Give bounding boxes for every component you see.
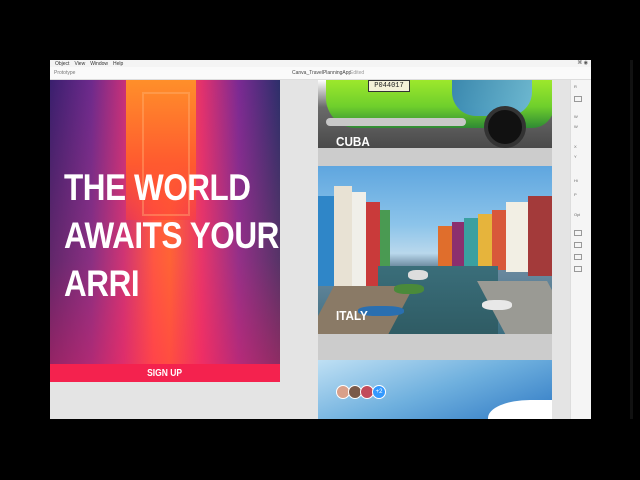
menu-window[interactable]: Window xyxy=(90,61,108,67)
checkbox-icon[interactable] xyxy=(574,266,582,272)
headline-line-1: THE WORLD xyxy=(64,167,251,208)
house-light xyxy=(352,192,366,286)
car-bumper xyxy=(326,118,466,126)
checkbox-icon[interactable] xyxy=(574,254,582,260)
panel-label: X xyxy=(574,144,577,149)
sign-up-button[interactable]: SIGN UP xyxy=(50,364,280,382)
screen-edge xyxy=(630,60,633,419)
house-cream xyxy=(506,202,528,272)
boat-green xyxy=(394,284,424,294)
artboard-welcome[interactable]: THE WORLD AWAITS YOUR ARRI SIGN UP xyxy=(50,80,280,382)
panel-label: Opi xyxy=(574,212,581,217)
house-blue xyxy=(318,196,334,286)
title-bar: Prototype Canva_TravelPlanningApp Edited xyxy=(50,67,591,80)
menu-object[interactable]: Object xyxy=(55,61,69,67)
artboard-destinations[interactable]: P044017 CUBA ITALY +2 xyxy=(318,80,552,419)
edited-status: Edited xyxy=(350,70,365,76)
traveler-avatars[interactable]: +2 xyxy=(336,385,386,399)
house-teal xyxy=(464,218,478,268)
panel-label: W xyxy=(574,124,578,129)
checkbox-icon[interactable] xyxy=(574,242,582,248)
headline-text: THE WORLD AWAITS YOUR ARRI xyxy=(64,164,279,308)
document-title: Canva_TravelPlanningApp xyxy=(292,70,352,76)
panel-label: R xyxy=(574,84,577,89)
card-label-italy: ITALY xyxy=(336,308,368,323)
panel-label: Y xyxy=(574,154,577,159)
panel-toggle-icon[interactable] xyxy=(574,96,582,102)
avatar-more-badge: +2 xyxy=(372,385,386,399)
menu-view[interactable]: View xyxy=(74,61,85,67)
panel-label: P xyxy=(574,192,577,197)
sign-up-label: SIGN UP xyxy=(147,367,183,379)
headline-line-2: AWAITS YOUR xyxy=(64,215,279,256)
destination-card-italy[interactable]: ITALY xyxy=(318,166,552,334)
house-purple-far xyxy=(452,222,464,266)
mode-tab-prototype[interactable]: Prototype xyxy=(54,70,75,76)
house-dark-red xyxy=(528,196,552,276)
boat-small xyxy=(408,270,428,280)
card-label-cuba: CUBA xyxy=(336,134,370,148)
house-white xyxy=(334,186,352,286)
panel-label: W xyxy=(574,114,578,119)
house-yellow xyxy=(478,214,492,270)
house-orange-far xyxy=(438,226,452,266)
headline-line-3: ARRI xyxy=(64,263,140,304)
properties-panel: R W W X Y Hi P Opi xyxy=(570,80,591,419)
checkbox-icon[interactable] xyxy=(574,230,582,236)
system-status-icons: ⌘ ◉ xyxy=(577,60,588,66)
license-plate: P044017 xyxy=(368,80,410,92)
menu-bar: Object View Window Help ⌘ ◉ xyxy=(50,60,591,67)
car-wheel xyxy=(484,106,526,148)
panel-label: Hi xyxy=(574,178,578,183)
house-orange xyxy=(492,210,506,270)
snowy-mountain xyxy=(488,400,552,419)
design-canvas[interactable]: THE WORLD AWAITS YOUR ARRI SIGN UP P0440… xyxy=(50,80,570,419)
app-window: Object View Window Help ⌘ ◉ Prototype Ca… xyxy=(50,60,591,419)
boat-white xyxy=(482,300,512,310)
destination-card-cuba[interactable]: P044017 CUBA xyxy=(318,80,552,148)
menu-help[interactable]: Help xyxy=(113,61,123,67)
